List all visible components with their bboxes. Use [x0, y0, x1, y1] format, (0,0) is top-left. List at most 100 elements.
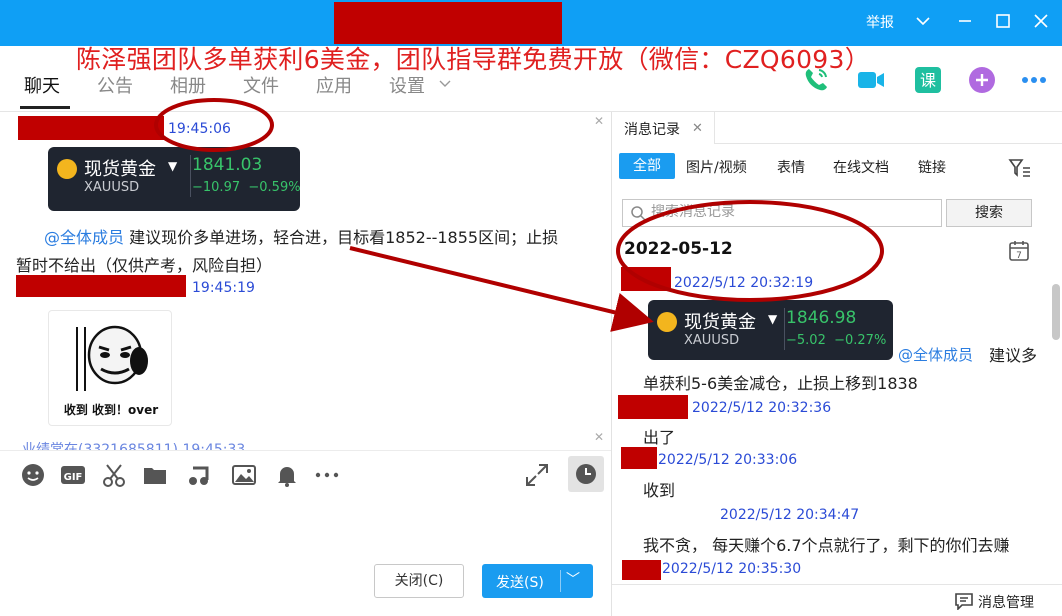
- history-time: 2022/5/12 20:33:06: [658, 452, 798, 468]
- quote-name: 现货黄金: [84, 159, 156, 180]
- redacted-sender: [622, 560, 661, 580]
- quote-change-abs: −5.02: [786, 333, 826, 348]
- redacted-sender: [618, 395, 688, 419]
- filter-online-docs[interactable]: 在线文档: [833, 157, 889, 177]
- mention-all[interactable]: @全体成员: [44, 228, 124, 247]
- history-list[interactable]: 2022/5/12 20:32:19 现货黄金 ▼ XAUUSD 1846.98…: [612, 262, 1052, 584]
- divider: [560, 570, 561, 592]
- more-icon[interactable]: [1018, 64, 1050, 96]
- bell-icon[interactable]: [274, 462, 300, 488]
- history-time: 2022/5/12 20:32:19: [674, 275, 814, 291]
- image-icon[interactable]: [231, 462, 257, 488]
- redacted-sender: [16, 275, 186, 297]
- report-button[interactable]: 举报: [866, 12, 894, 32]
- svg-text:GIF: GIF: [64, 472, 83, 483]
- minimize-icon[interactable]: [954, 10, 976, 32]
- quote-price: 1841.03: [192, 155, 263, 175]
- search-input[interactable]: [651, 204, 931, 220]
- message-text: 出了: [643, 428, 676, 447]
- gold-icon: [57, 159, 77, 179]
- send-label: 发送(S): [496, 575, 544, 591]
- collapse-up-icon[interactable]: ✕: [594, 114, 604, 128]
- search-button[interactable]: 搜索: [946, 199, 1032, 227]
- divider: [190, 155, 191, 197]
- promo-banner: 陈泽强团队多单获利6美金，团队指导群免费开放（微信：CZQ6093）: [76, 45, 870, 74]
- close-button[interactable]: 关闭(C): [374, 564, 464, 598]
- lesson-icon[interactable]: 课: [912, 64, 944, 96]
- quote-change-abs: −10.97: [192, 180, 241, 195]
- gold-icon: [657, 312, 677, 332]
- quote-name: 现货黄金: [684, 312, 756, 333]
- redacted-group-name: [334, 2, 562, 44]
- expand-icon[interactable]: [524, 462, 550, 488]
- chat-history[interactable]: 19:45:06 现货黄金 ▼ XAUUSD 1841.03 −10.97 −0…: [0, 112, 612, 450]
- divider: [714, 143, 1062, 144]
- collapse-down-icon[interactable]: ✕: [594, 430, 604, 444]
- filter-stickers[interactable]: 表情: [777, 157, 805, 177]
- chat-manage-icon: [955, 593, 973, 610]
- quote-symbol: XAUUSD: [684, 333, 740, 348]
- calendar-icon[interactable]: 7: [1008, 240, 1030, 262]
- chevron-down-icon[interactable]: [438, 78, 452, 90]
- clock-icon: [576, 464, 596, 484]
- music-icon[interactable]: [187, 462, 213, 488]
- message-text: 我不贪， 每天赚个6.7个点就行了，剩下的你们去赚: [643, 536, 1010, 555]
- message-text: 收到: [643, 481, 676, 500]
- message-text: 单获利5-6美金减仓，止损上移到1838: [643, 374, 918, 393]
- redacted-sender: [18, 116, 164, 140]
- tab-chat[interactable]: 聊天: [24, 72, 60, 98]
- close-icon[interactable]: [1030, 10, 1052, 32]
- maximize-icon[interactable]: [992, 10, 1014, 32]
- filter-icon[interactable]: [1008, 157, 1032, 179]
- gif-icon[interactable]: GIF: [60, 462, 86, 488]
- partial-message-header: 业绩常在(3321685811) 19:45:33: [22, 442, 246, 450]
- meme-face-icon: [76, 325, 148, 391]
- message-text-fragment: 建议多: [989, 346, 1038, 365]
- sticker-image[interactable]: 收到 收到！over: [48, 310, 172, 426]
- quote-price: 1846.98: [786, 308, 857, 328]
- message-line: 建议现价多单进场，轻合进，目标看1852--1855区间；止损: [129, 228, 559, 247]
- quote-card[interactable]: 现货黄金 ▼ XAUUSD 1846.98 −5.02 −0.27%: [648, 300, 893, 360]
- caret-down-icon: ▼: [768, 312, 778, 326]
- message-time: 19:45:06: [168, 121, 231, 137]
- message-text: @全体成员 建议现价多单进场，轻合进，目标看1852--1855区间；止损: [44, 224, 558, 248]
- message-management-button[interactable]: 消息管理: [954, 591, 1044, 613]
- quote-change: −5.02 −0.27%: [786, 333, 886, 348]
- more-dots-icon[interactable]: [314, 462, 340, 488]
- quote-change-pct: −0.27%: [834, 333, 887, 348]
- add-app-icon[interactable]: [966, 64, 998, 96]
- history-tab-label[interactable]: 消息记录: [624, 119, 680, 139]
- scissors-icon[interactable]: [101, 462, 127, 488]
- date-header: 2022-05-12: [624, 239, 733, 259]
- emoji-icon[interactable]: [20, 462, 46, 488]
- chevron-down-icon[interactable]: [912, 10, 934, 32]
- history-toggle-button[interactable]: [568, 456, 604, 492]
- filter-all[interactable]: 全部: [619, 153, 675, 179]
- divider: [0, 450, 612, 451]
- folder-icon[interactable]: [142, 462, 168, 488]
- message-line: 暂时不给出（仅供产考，风险自担）: [16, 256, 273, 275]
- history-time: 2022/5/12 20:34:47: [720, 507, 860, 523]
- history-time: 2022/5/12 20:32:36: [692, 400, 832, 416]
- redacted-sender: [621, 447, 657, 469]
- filter-links[interactable]: 链接: [918, 157, 946, 177]
- send-button[interactable]: 发送(S) ﹀: [482, 564, 593, 598]
- search-box[interactable]: [622, 199, 942, 227]
- send-options-chevron-icon[interactable]: ﹀: [566, 569, 580, 589]
- filter-images-videos[interactable]: 图片/视频: [686, 157, 747, 177]
- scrollbar[interactable]: [1052, 284, 1060, 340]
- message-time: 19:45:19: [192, 280, 255, 296]
- message-management-label: 消息管理: [978, 595, 1034, 611]
- caret-down-icon: ▼: [168, 159, 178, 173]
- close-tab-icon[interactable]: ✕: [692, 121, 703, 136]
- history-time: 2022/5/12 20:35:30: [662, 561, 802, 577]
- redacted-sender: [621, 267, 671, 291]
- divider: [784, 308, 785, 350]
- divider: [612, 584, 1062, 585]
- quote-change-pct: −0.59%: [248, 180, 301, 195]
- quote-card[interactable]: 现货黄金 ▼ XAUUSD 1841.03 −10.97 −0.59%: [48, 147, 301, 211]
- mention-all[interactable]: @全体成员: [898, 344, 973, 365]
- svg-text:7: 7: [1016, 251, 1022, 261]
- svg-text:课: 课: [920, 71, 936, 90]
- quote-change: −10.97 −0.59%: [192, 180, 301, 195]
